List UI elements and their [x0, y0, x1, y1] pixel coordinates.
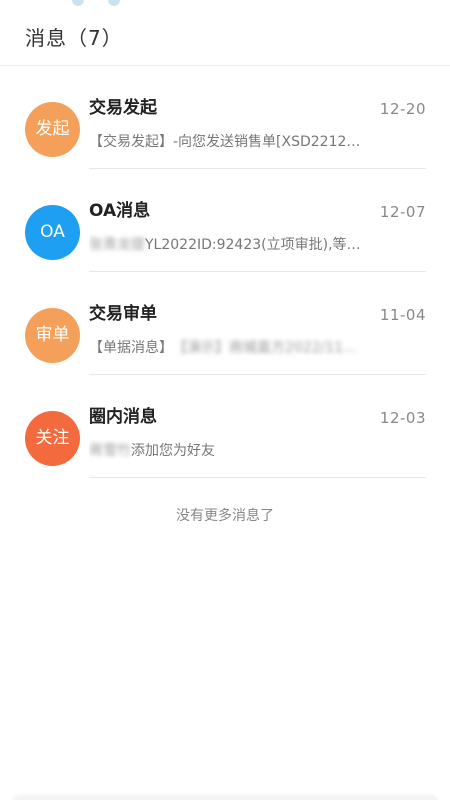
message-preview: 蒋雪竹添加您为好友: [89, 440, 379, 462]
avatar: OA: [25, 205, 80, 260]
preview-text: 【单据消息】: [89, 340, 173, 356]
message-date: 11-04: [379, 306, 426, 324]
no-more-messages-label: 没有更多消息了: [176, 508, 274, 524]
preview-text: 添加您为好友: [131, 443, 215, 459]
avatar: 关注: [25, 411, 80, 466]
list-item-trade-initiated[interactable]: 发起 交易发起 12-20 【交易发起】-向您发送销售单[XSD2212…: [0, 66, 450, 169]
avatar: 发起: [25, 102, 80, 157]
message-title: OA消息: [89, 201, 151, 221]
message-preview: 【交易发起】-向您发送销售单[XSD2212…: [89, 131, 379, 153]
list-item-circle-message[interactable]: 关注 圈内消息 12-03 蒋雪竹添加您为好友: [0, 375, 450, 478]
preview-redacted-text: 【演示】商城直方2022/11…: [173, 340, 358, 356]
list-item-oa-message[interactable]: OA OA消息 12-07 张青龙提YL2022ID:92423(立项审批),等…: [0, 169, 450, 272]
header-bar: 消息（7）: [0, 0, 450, 66]
messages-screen: 消息（7） 发起 交易发起 12-20 【交易发起】-向您发送销售单[XSD22…: [0, 0, 450, 800]
message-title: 圈内消息: [89, 407, 157, 427]
preview-text: 【交易发起】-向您发送销售单[XSD2212…: [89, 134, 361, 150]
message-date: 12-07: [379, 203, 426, 221]
preview-text: YL2022ID:92423(立项审批),等…: [145, 237, 361, 253]
message-date: 12-03: [379, 409, 426, 427]
message-title: 交易发起: [89, 98, 157, 118]
page-title: 消息（7）: [25, 26, 123, 50]
message-date: 12-20: [379, 100, 426, 118]
list-item-trade-review[interactable]: 审单 交易审单 11-04 【单据消息】【演示】商城直方2022/11…: [0, 272, 450, 375]
message-title: 交易审单: [89, 304, 157, 324]
avatar: 审单: [25, 308, 80, 363]
message-list: 发起 交易发起 12-20 【交易发起】-向您发送销售单[XSD2212… OA…: [0, 66, 450, 478]
bottom-sheet-edge: [12, 796, 438, 800]
divider: [89, 477, 426, 478]
preview-redacted-text: 张青龙提: [89, 237, 145, 253]
message-preview: 张青龙提YL2022ID:92423(立项审批),等…: [89, 234, 379, 256]
message-preview: 【单据消息】【演示】商城直方2022/11…: [89, 337, 379, 359]
preview-redacted-text: 蒋雪竹: [89, 443, 131, 459]
